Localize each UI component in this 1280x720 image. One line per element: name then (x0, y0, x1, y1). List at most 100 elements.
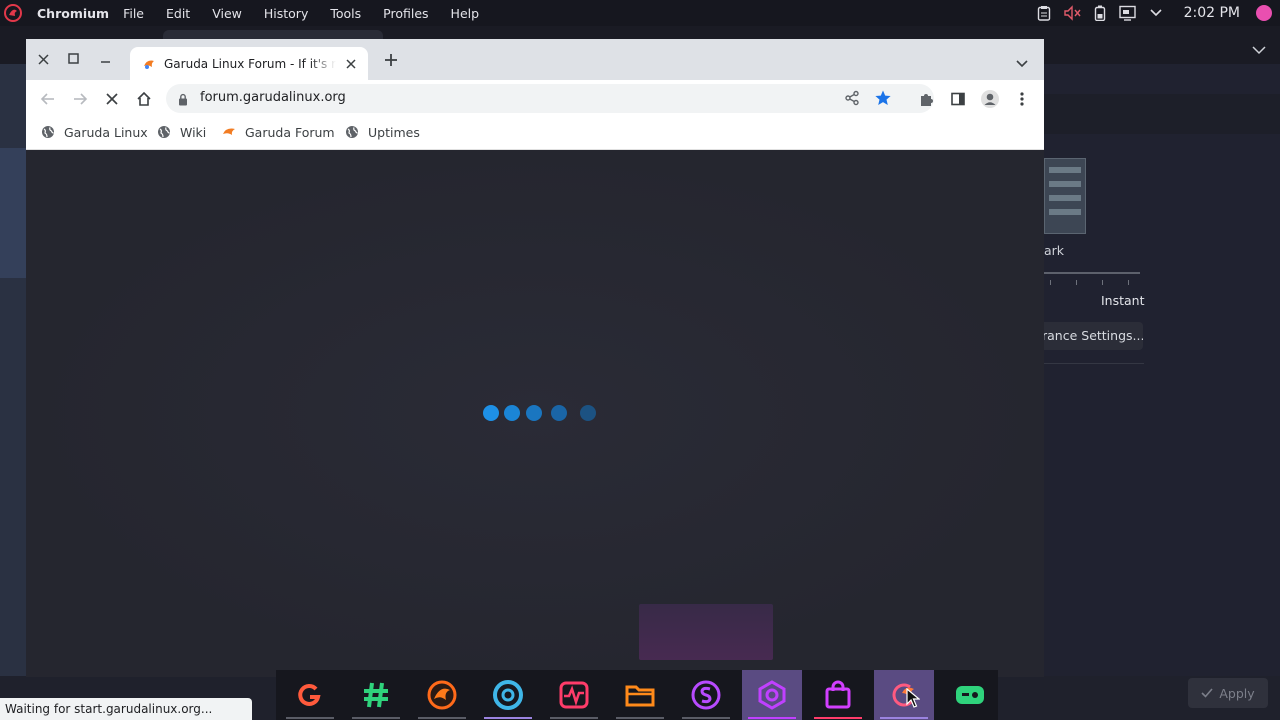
theme-thumbnail[interactable] (1044, 158, 1086, 234)
dock-package-manager[interactable] (742, 670, 802, 720)
maximize-window-icon[interactable] (64, 49, 82, 67)
background-left-edge (0, 64, 26, 676)
extensions-puzzle-icon[interactable] (916, 89, 936, 109)
profile-avatar-icon[interactable] (980, 89, 1000, 109)
battery-icon[interactable] (1090, 3, 1110, 23)
dock-shopping-bag[interactable] (808, 670, 868, 720)
tab-garuda-forum[interactable]: Garuda Linux Forum - If it's not (130, 47, 368, 80)
dock-activity-monitor[interactable] (544, 670, 604, 720)
bookmark-garuda-forum[interactable]: Garuda Forum (221, 124, 335, 140)
garuda-menu-icon[interactable] (0, 0, 26, 26)
network-icon[interactable] (1118, 3, 1138, 23)
menu-help[interactable]: Help (451, 6, 480, 21)
volume-muted-icon[interactable] (1062, 3, 1082, 23)
apply-button[interactable]: Apply (1188, 678, 1268, 708)
garuda-forum-icon (142, 56, 158, 72)
bookmark-wiki[interactable]: Wiki (156, 124, 206, 140)
slider-tick (1128, 280, 1129, 285)
clipboard-icon[interactable] (1034, 3, 1054, 23)
theme-label: ark (1044, 243, 1065, 258)
checkmark-icon (1201, 688, 1213, 698)
tab-title: Garuda Linux Forum - If it's not (164, 56, 336, 71)
bookmark-uptimes[interactable]: Uptimes (344, 124, 420, 140)
bookmark-star-icon[interactable] (874, 89, 892, 111)
browser-toolbar: forum.garudalinux.org (26, 80, 1044, 117)
hashtag-icon (364, 682, 388, 708)
back-arrow-icon[interactable] (38, 89, 58, 109)
bookmark-label: Uptimes (368, 124, 420, 140)
dock-s-app[interactable] (676, 670, 736, 720)
menu-edit[interactable]: Edit (166, 6, 190, 21)
dock-garuda-dragon[interactable] (412, 670, 472, 720)
close-tab-icon[interactable] (344, 57, 358, 71)
minimize-window-icon[interactable] (96, 50, 114, 68)
tab-search-chevron-icon[interactable] (1016, 53, 1030, 68)
dock-chromium[interactable] (478, 670, 538, 720)
tab-strip: Garuda Linux Forum - If it's not (26, 39, 1044, 80)
gamepad-icon (956, 686, 984, 704)
clock[interactable]: 2:02 PM (1184, 5, 1240, 21)
appearance-settings-label: rance Settings... (1044, 328, 1143, 343)
url-text: forum.garudalinux.org (200, 90, 346, 105)
divider (1044, 363, 1144, 364)
app-dock (276, 670, 998, 720)
globe-icon (40, 124, 56, 140)
menu-tools[interactable]: Tools (330, 6, 361, 21)
garuda-settings-icon (298, 683, 321, 706)
menu-file[interactable]: File (123, 6, 144, 21)
garuda-forum-icon (221, 124, 237, 140)
lock-icon[interactable] (178, 91, 190, 106)
browser-window: Garuda Linux Forum - If it's not forum.g… (26, 39, 1044, 677)
chevron-down-icon[interactable] (1146, 3, 1166, 23)
package-manager-icon (758, 680, 786, 710)
bookmark-label: Garuda Forum (245, 124, 335, 140)
bookmark-label: Garuda Linux (64, 124, 148, 140)
active-app-name: Chromium (37, 5, 110, 21)
new-tab-icon[interactable] (382, 51, 400, 69)
loading-dot (551, 405, 567, 421)
loading-dot (526, 405, 542, 421)
slider-tick (1076, 280, 1077, 285)
dock-garuda-welcome[interactable] (874, 670, 934, 720)
share-icon[interactable] (844, 90, 860, 110)
loading-dot (504, 405, 520, 421)
animation-speed-slider[interactable] (1044, 272, 1140, 274)
slider-max-label: Instant (1101, 293, 1145, 308)
s-app-icon (691, 680, 721, 710)
dock-gamepad[interactable] (940, 670, 1000, 720)
chevron-down-icon[interactable] (1252, 40, 1266, 55)
home-icon[interactable] (134, 89, 154, 109)
menu-view[interactable]: View (212, 6, 242, 21)
globe-icon (344, 124, 360, 140)
mouse-cursor-icon (906, 687, 921, 708)
page-viewport (26, 151, 1044, 677)
appearance-settings-button[interactable]: rance Settings... (1044, 322, 1143, 350)
kebab-menu-icon[interactable] (1012, 89, 1032, 109)
close-window-icon[interactable] (34, 50, 52, 68)
globe-icon (156, 124, 172, 140)
loading-dot (580, 405, 596, 421)
translucent-overlay (639, 604, 773, 660)
system-tray: 2:02 PM (1030, 0, 1280, 26)
user-avatar-icon[interactable] (1256, 5, 1272, 21)
apply-label: Apply (1219, 685, 1255, 701)
stop-loading-icon[interactable] (102, 89, 122, 109)
bookmarks-bar: Garuda Linux Wiki Garuda Forum Uptimes (26, 117, 1044, 150)
slider-tick (1102, 280, 1103, 285)
menu-history[interactable]: History (264, 6, 308, 21)
loading-dot (483, 405, 499, 421)
folder-icon (625, 685, 655, 707)
activity-monitor-icon (559, 681, 589, 709)
dock-hashtag-app[interactable] (346, 670, 406, 720)
settings-header (1044, 94, 1280, 134)
system-top-panel: Chromium File Edit View History Tools Pr… (0, 0, 1280, 26)
address-bar[interactable]: forum.garudalinux.org (166, 84, 934, 113)
dock-garuda-settings[interactable] (280, 670, 340, 720)
forward-arrow-icon[interactable] (70, 89, 90, 109)
bookmark-garuda-linux[interactable]: Garuda Linux (40, 124, 148, 140)
slider-tick (1050, 280, 1051, 285)
garuda-dragon-icon (427, 680, 457, 710)
menu-profiles[interactable]: Profiles (383, 6, 428, 21)
dock-file-manager[interactable] (610, 670, 670, 720)
side-panel-icon[interactable] (948, 89, 968, 109)
